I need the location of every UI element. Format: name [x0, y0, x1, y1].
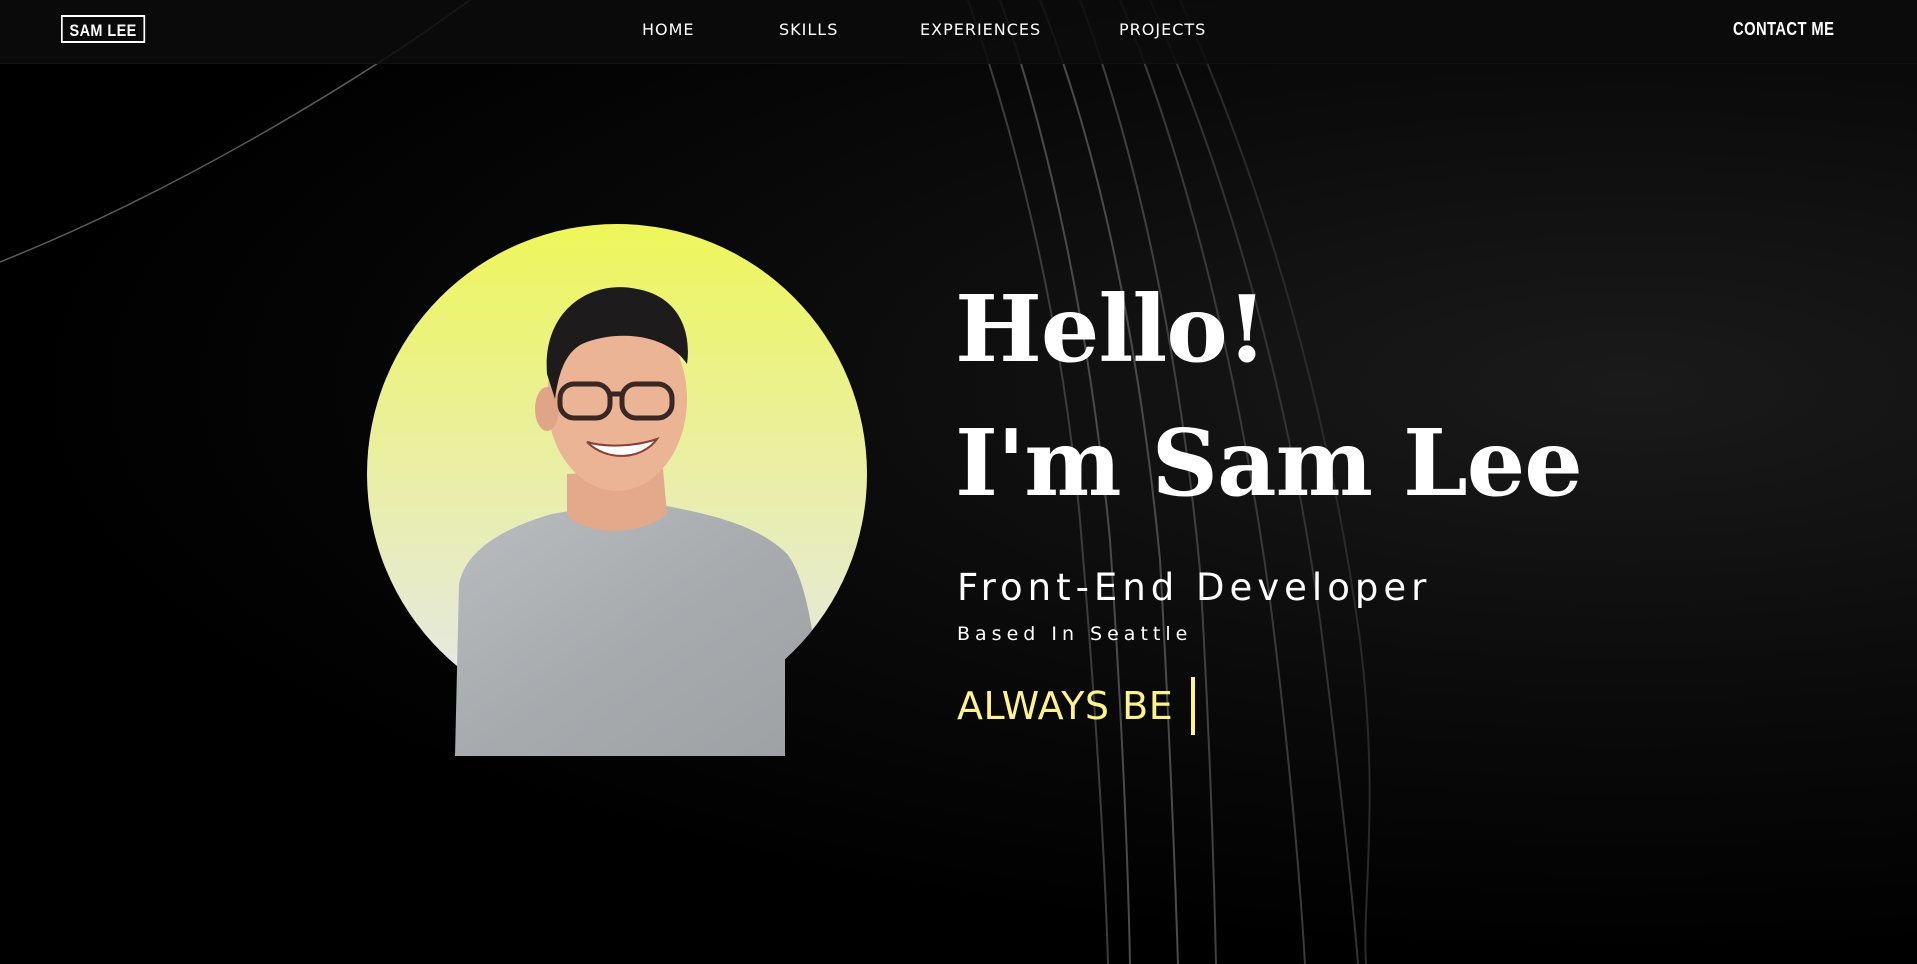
nav-item-projects[interactable]: PROJECTS [1119, 20, 1206, 39]
nav-item-home[interactable]: HOME [642, 20, 695, 39]
typed-tagline: ALWAYS BE [957, 676, 1196, 736]
page: SAM LEE HOME SKILLS EXPERIENCES PROJECTS… [0, 0, 1917, 964]
location-text: Based In Seattle [957, 623, 1193, 645]
top-header: SAM LEE HOME SKILLS EXPERIENCES PROJECTS… [0, 0, 1917, 64]
nav-item-skills[interactable]: SKILLS [779, 20, 838, 39]
main-nav: HOME SKILLS EXPERIENCES PROJECTS [0, 0, 1917, 60]
contact-me-button[interactable]: CONTACT ME [1733, 19, 1834, 40]
role-text: Front-End Developer [957, 566, 1432, 609]
hero-heading: Hello! I'm Sam Lee [955, 262, 1583, 530]
intro-text: I'm Sam Lee [955, 409, 1583, 517]
greeting-text: Hello! [955, 275, 1267, 383]
profile-photo [367, 224, 867, 756]
text-cursor-icon [1191, 677, 1196, 735]
nav-item-experiences[interactable]: EXPERIENCES [920, 20, 1041, 39]
typed-text: ALWAYS BE [957, 684, 1174, 728]
